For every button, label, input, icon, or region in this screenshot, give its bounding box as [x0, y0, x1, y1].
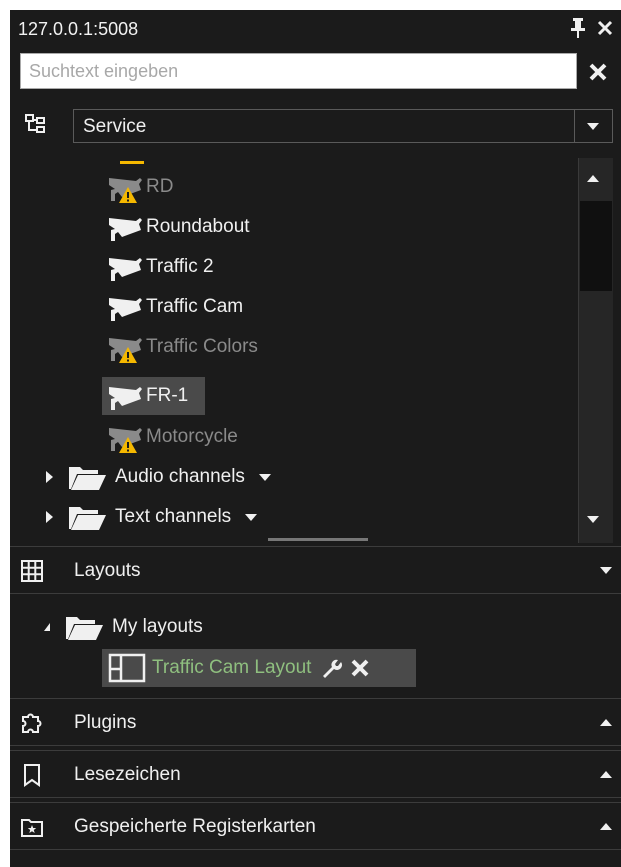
scrollbar-thumb[interactable] — [580, 201, 612, 291]
tree-item-label: FR-1 — [146, 385, 189, 406]
chevron-down-icon[interactable] — [258, 473, 271, 481]
saved-tabs-section-header[interactable]: Gespeicherte Registerkarten — [10, 802, 621, 850]
view-selector-value: Service — [83, 116, 147, 137]
close-icon[interactable] — [597, 20, 613, 36]
chevron-up-icon[interactable] — [600, 719, 612, 726]
tree-scrollbar[interactable] — [578, 158, 613, 543]
view-selector[interactable]: Service — [73, 109, 613, 143]
tree-item-label: Motorcycle — [146, 426, 238, 447]
bookmarks-section-header[interactable]: Lesezeichen — [10, 750, 621, 798]
partial-warning-mark — [120, 161, 144, 164]
tree-item-label: Traffic 2 — [146, 256, 214, 277]
tree-item-fr-1[interactable]: FR-1 — [102, 377, 205, 415]
chevron-down-icon[interactable] — [600, 567, 612, 574]
title-bar: 127.0.0.1:5008 — [10, 10, 621, 48]
search-input[interactable] — [20, 53, 577, 89]
tree-item-rd[interactable]: RD — [106, 170, 173, 204]
tree-item-label: RD — [146, 176, 174, 197]
device-tree: RD Roundabout Traffic 2 Traffic Cam Traf… — [10, 153, 580, 543]
pin-icon[interactable] — [570, 17, 586, 39]
clear-search-icon[interactable] — [589, 63, 607, 81]
window-title: 127.0.0.1:5008 — [18, 19, 139, 39]
tree-item-motorcycle[interactable]: Motorcycle — [106, 420, 238, 454]
hierarchy-icon — [25, 114, 45, 133]
wrench-icon[interactable] — [320, 657, 343, 679]
section-title: Layouts — [74, 560, 141, 581]
saved-tab-icon — [21, 819, 43, 837]
camera-warning-icon — [106, 170, 146, 204]
tree-item-label: Traffic Colors — [146, 336, 258, 357]
grid-icon — [21, 560, 43, 582]
plugins-section-header[interactable]: Plugins — [10, 698, 621, 746]
tree-group-label: Audio channels — [115, 466, 245, 487]
layout-folder-label: My layouts — [112, 616, 203, 637]
tree-group-text-channels[interactable]: Text channels — [46, 500, 258, 534]
layouts-section-header[interactable]: Layouts — [10, 546, 621, 594]
tree-item-traffic-cam[interactable]: Traffic Cam — [106, 290, 243, 324]
scroll-down-icon[interactable] — [587, 516, 599, 523]
tree-group-audio-channels[interactable]: Audio channels — [46, 460, 271, 494]
camera-icon — [106, 379, 146, 413]
chevron-up-icon[interactable] — [600, 823, 612, 830]
layout-item-label: Traffic Cam Layout — [152, 657, 312, 678]
bookmark-icon — [24, 764, 40, 787]
tree-item-label: Traffic Cam — [146, 296, 244, 317]
folder-icon — [67, 503, 107, 531]
tree-item-label: Roundabout — [146, 216, 250, 237]
layouts-tree: My layouts Traffic Cam Layout — [10, 598, 621, 698]
camera-icon — [106, 290, 146, 324]
layout-folder-my-layouts[interactable]: My layouts — [44, 610, 203, 644]
section-title: Gespeicherte Registerkarten — [74, 816, 316, 837]
section-title: Lesezeichen — [74, 764, 181, 785]
folder-icon — [67, 463, 107, 491]
expand-arrow-icon[interactable] — [46, 471, 53, 483]
chevron-up-icon[interactable] — [600, 771, 612, 778]
puzzle-icon — [22, 713, 42, 733]
collapse-arrow-icon[interactable] — [44, 623, 50, 631]
chevron-down-icon[interactable] — [587, 123, 599, 130]
expand-arrow-icon[interactable] — [46, 511, 53, 523]
tree-item-traffic-colors[interactable]: Traffic Colors — [106, 330, 258, 364]
delete-icon[interactable] — [350, 658, 370, 678]
layout-item-traffic-cam-layout[interactable]: Traffic Cam Layout — [102, 649, 416, 687]
tree-group-label: Text channels — [115, 506, 232, 527]
layout-icon — [108, 653, 146, 683]
resize-handle[interactable] — [268, 538, 368, 541]
scroll-up-icon[interactable] — [587, 175, 599, 182]
camera-icon — [106, 250, 146, 284]
camera-icon — [106, 210, 146, 244]
folder-icon — [64, 613, 104, 641]
select-divider — [574, 110, 575, 142]
server-panel: 127.0.0.1:5008 Service RD — [10, 10, 621, 867]
tree-item-roundabout[interactable]: Roundabout — [106, 210, 250, 244]
camera-warning-icon — [106, 330, 146, 364]
chevron-down-icon[interactable] — [245, 513, 258, 521]
camera-warning-icon — [106, 420, 146, 454]
section-title: Plugins — [74, 712, 137, 733]
tree-item-traffic-2[interactable]: Traffic 2 — [106, 250, 214, 284]
